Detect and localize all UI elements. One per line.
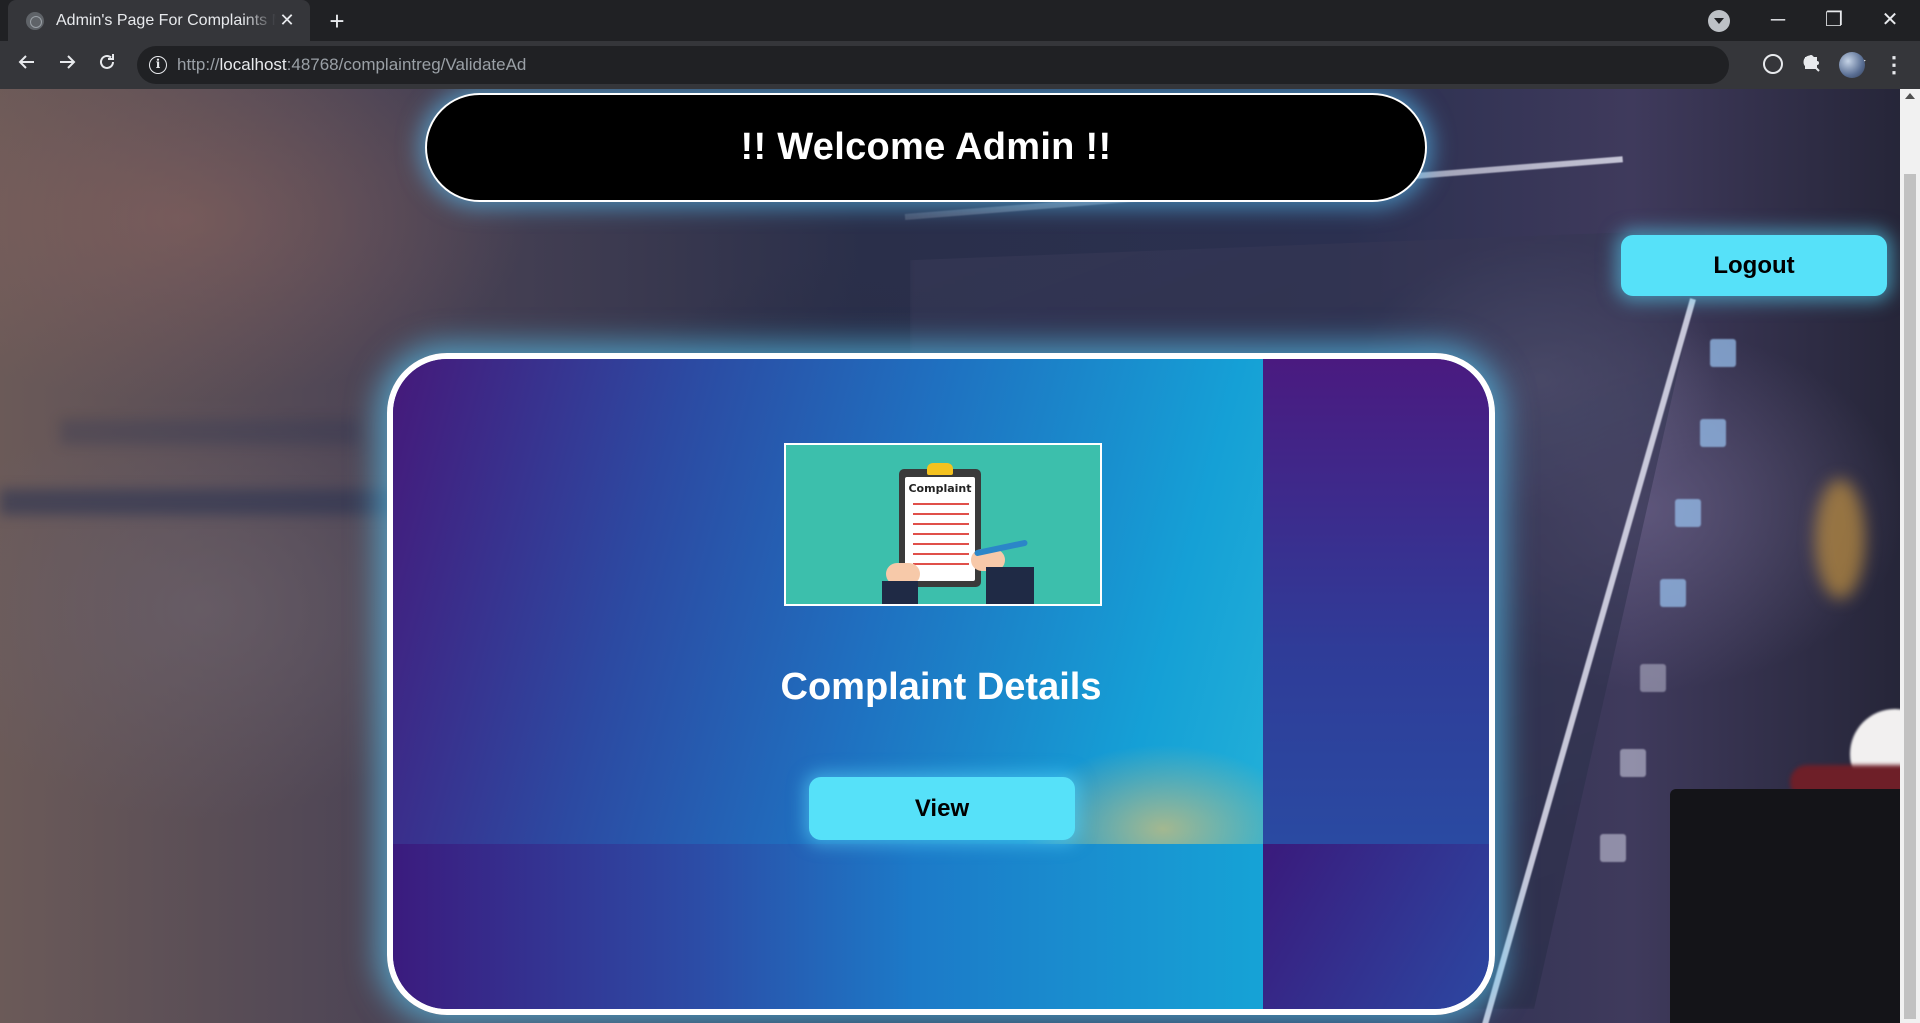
paper-line <box>913 503 969 505</box>
menu-icon[interactable]: ⋮ <box>1880 51 1908 79</box>
welcome-text: !! Welcome Admin !! <box>740 126 1112 168</box>
paper-line <box>913 533 969 535</box>
complaint-illustration: Complaint <box>784 443 1102 606</box>
card-background <box>1263 359 1489 844</box>
url-text[interactable]: http://localhost:48768/complaintreg/Vali… <box>177 55 526 75</box>
url-path: :48768/complaintreg/ValidateAd <box>286 55 527 74</box>
minimize-button[interactable]: ─ <box>1758 4 1798 36</box>
background-desktop-icon <box>1710 339 1736 367</box>
welcome-banner: !! Welcome Admin !! <box>425 93 1427 202</box>
paper-line <box>913 513 969 515</box>
new-tab-button[interactable]: + <box>322 6 352 37</box>
sleeve-graphic <box>882 581 918 604</box>
page-viewport: !! Welcome Admin !! Logout Complaint Com… <box>0 89 1920 1023</box>
background-desktop-icon <box>1620 749 1646 777</box>
illustration-caption: Complaint <box>908 482 972 495</box>
sleeve-graphic <box>986 567 1034 604</box>
background-decoration <box>0 489 420 515</box>
clipboard-clip <box>927 463 953 475</box>
url-host: localhost <box>219 55 287 74</box>
paper-line <box>913 523 969 525</box>
background-object <box>1670 789 1920 1023</box>
maximize-button[interactable]: ❐ <box>1814 4 1854 36</box>
background-light <box>1815 479 1865 599</box>
background-decoration <box>60 419 360 445</box>
card-background <box>393 844 1263 1009</box>
logout-button[interactable]: Logout <box>1621 235 1887 296</box>
globe-icon <box>26 11 44 30</box>
background-desktop-icon <box>1675 499 1701 527</box>
url-scheme: http:// <box>177 55 220 74</box>
tab-bar: Admin's Page For Complaints Management ✕… <box>0 0 1920 41</box>
info-icon[interactable]: i <box>149 56 167 74</box>
browser-toolbar: i http://localhost:48768/complaintreg/Va… <box>0 41 1920 89</box>
tab-title: Admin's Page For Complaints Management <box>56 11 276 29</box>
background-desktop-icon <box>1640 664 1666 692</box>
paper-line <box>913 543 969 545</box>
background-desktop-icon <box>1600 834 1626 862</box>
tab-search-icon[interactable] <box>1708 10 1730 32</box>
back-icon[interactable] <box>11 49 43 81</box>
background-desktop-icon <box>1660 579 1686 607</box>
card-title: Complaint Details <box>780 666 1102 708</box>
scroll-thumb[interactable] <box>1904 174 1916 1019</box>
view-button[interactable]: View <box>809 777 1075 840</box>
tab-close-icon[interactable]: ✕ <box>276 10 298 31</box>
browser-tab[interactable]: Admin's Page For Complaints Management ✕ <box>8 0 310 41</box>
close-window-button[interactable]: ✕ <box>1870 4 1910 36</box>
reload-icon[interactable] <box>91 49 123 81</box>
puzzle-icon[interactable] <box>1798 51 1826 79</box>
profile-avatar[interactable] <box>1838 51 1866 79</box>
paper-line <box>913 563 969 565</box>
extension-icon[interactable] <box>1759 51 1787 79</box>
scroll-up-icon[interactable] <box>1905 93 1915 99</box>
address-bar[interactable]: i http://localhost:48768/complaintreg/Va… <box>137 46 1866 84</box>
background-desktop-icon <box>1700 419 1726 447</box>
complaint-details-card: Complaint Complaint Details View <box>387 353 1495 1015</box>
forward-icon[interactable] <box>51 49 83 81</box>
paper-line <box>913 553 969 555</box>
vertical-scrollbar[interactable] <box>1900 89 1920 1023</box>
card-background <box>1263 844 1489 1009</box>
